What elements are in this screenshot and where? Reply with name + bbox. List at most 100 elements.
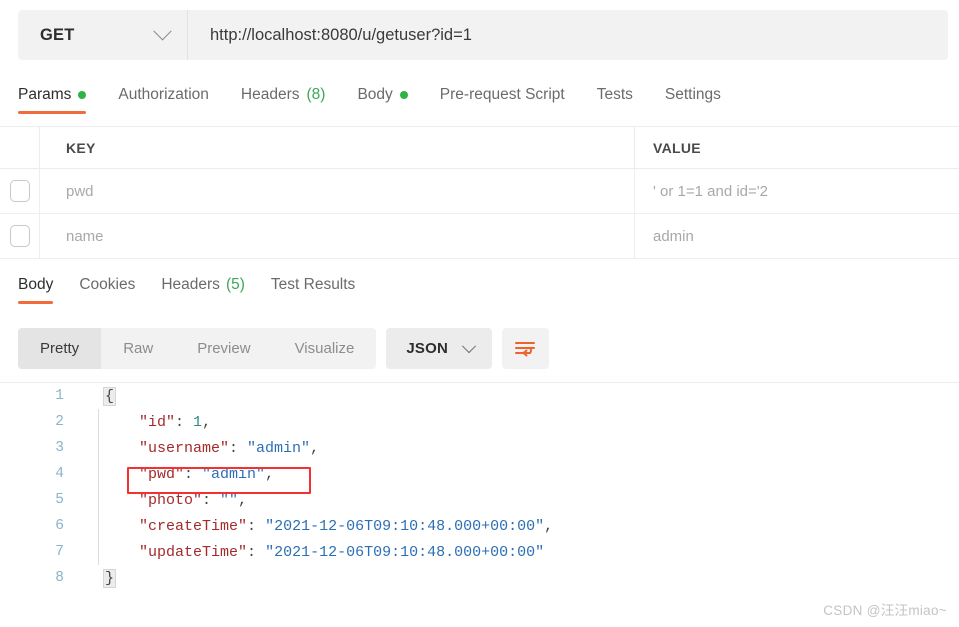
code-token-p [103,414,139,431]
line-number: 4 [55,466,64,482]
table-row: name admin [0,214,959,259]
code-token-s: "2021-12-06T09:10:48.000+00:00" [265,517,545,535]
http-method-label: GET [40,25,75,44]
response-tab-label: Test Results [270,276,356,293]
code-line-content[interactable]: "updateTime": "2021-12-06T09:10:48.000+0… [99,544,959,561]
response-body-viewer[interactable]: 1{2 "id": 1, 3 "username": "admin", 4 "pwd… [0,382,959,627]
param-value-input[interactable]: admin [635,214,959,258]
request-tab-label: Tests [596,86,633,103]
code-token-k: "updateTime" [139,543,248,561]
watermark: CSDN @汪汪miao~ [823,603,947,618]
param-checkbox-cell [0,169,40,213]
request-tab-params[interactable]: Params [18,84,102,116]
request-tab-label: Headers [240,86,300,103]
line-number: 1 [55,388,64,404]
param-value-input[interactable]: ' or 1=1 and id='2 [635,169,959,213]
code-token-k: "id" [139,413,176,431]
request-tab-body[interactable]: Body [357,84,423,116]
request-tab-settings[interactable]: Settings [665,84,737,116]
request-tab-label: Params [18,86,72,103]
code-line-content[interactable]: } [99,568,959,588]
code-token-p: , [238,491,248,509]
format-segmented-control: Pretty Raw Preview Visualize [18,328,377,369]
param-key-input[interactable]: name [40,214,635,258]
postman-request-response-pane: GET http://localhost:8080/u/getuser?id=1… [0,0,959,627]
code-token-p [103,544,139,561]
table-row: pwd ' or 1=1 and id='2 [0,169,959,214]
code-line-content[interactable]: "username": "admin", [99,440,959,457]
code-line: 2 "id": 1, [0,409,959,435]
response-tab-label: Cookies [79,276,136,293]
request-tab-authorization[interactable]: Authorization [118,84,224,116]
code-line-content[interactable]: "photo": "", [99,492,959,509]
code-token-s: "2021-12-06T09:10:48.000+00:00" [265,543,545,561]
code-line-content[interactable]: "pwd": "admin", [99,466,959,483]
response-tabs: Body Cookies Headers (5) Test Results [18,276,381,312]
code-token-n: 1 [193,413,203,431]
code-line: 7 "updateTime": "2021-12-06T09:10:48.000… [0,539,959,565]
format-option-pretty[interactable]: Pretty [18,328,102,369]
request-tabs: Params Authorization Headers (8) Body Pre-req… [18,84,948,122]
params-table: KEY VALUE pwd ' or 1=1 and id='2 name admin [0,126,959,259]
line-number: 6 [55,518,64,534]
response-tab-label: Headers [161,276,220,293]
response-language-label: JSON [406,340,448,357]
wrap-text-icon [515,341,536,356]
code-token-p: , [310,439,320,457]
code-token-p: : [247,543,266,561]
code-token-p: : [229,439,248,457]
code-token-p: , [202,413,212,431]
request-tab-label: Body [357,86,393,103]
request-tab-count: (8) [306,86,326,103]
code-line: 5 "photo": "", [0,487,959,513]
code-token-p: : [247,517,266,535]
param-enabled-checkbox[interactable] [9,225,30,247]
request-tab-pre-request-script[interactable]: Pre-request Script [440,84,581,116]
line-number: 8 [55,570,64,586]
column-header-value: VALUE [653,139,701,156]
response-tab-headers[interactable]: Headers (5) [161,276,245,306]
response-tab-body[interactable]: Body [18,276,54,306]
code-line-content[interactable]: "id": 1, [99,414,959,431]
code-token-p: , [265,465,275,483]
param-enabled-checkbox[interactable] [9,180,30,202]
wrap-text-button[interactable] [501,328,549,369]
code-line: 8} [0,565,959,591]
http-method-select[interactable]: GET [18,10,188,60]
url-bar: GET http://localhost:8080/u/getuser?id=1 [18,10,948,60]
request-tab-label: Pre-request Script [439,86,565,103]
request-tab-headers[interactable]: Headers (8) [241,84,342,116]
code-line-content[interactable]: { [99,386,959,406]
response-language-select[interactable]: JSON [386,328,492,369]
format-option-raw[interactable]: Raw [101,328,175,369]
request-tab-label: Authorization [118,86,209,103]
response-tab-test-results[interactable]: Test Results [271,276,355,306]
param-checkbox-cell [0,214,40,258]
format-option-visualize[interactable]: Visualize [273,328,377,369]
code-token-brace: { [103,386,117,406]
code-line-content[interactable]: "createTime": "2021-12-06T09:10:48.000+0… [99,518,959,535]
line-number: 7 [55,544,64,560]
code-token-p [103,466,139,483]
param-key-input[interactable]: pwd [40,169,635,213]
code-token-p: : [202,491,221,509]
response-tab-cookies[interactable]: Cookies [79,276,135,306]
request-tab-tests[interactable]: Tests [597,84,649,116]
format-option-preview[interactable]: Preview [175,328,272,369]
code-token-p [103,492,139,509]
code-token-brace: } [103,568,117,588]
chevron-down-icon [461,338,477,353]
code-token-s: "" [220,491,239,509]
response-tab-label: Body [18,276,54,293]
column-header-key: KEY [40,127,635,168]
line-number: 2 [55,414,64,430]
code-token-s: "admin" [202,465,266,483]
code-line: 1{ [0,383,959,409]
code-token-p: , [544,517,554,535]
code-token-p: : [184,465,203,483]
request-url-input[interactable]: http://localhost:8080/u/getuser?id=1 [188,10,948,60]
line-number: 3 [55,440,64,456]
response-format-toolbar: Pretty Raw Preview Visualize JSON [18,328,549,369]
code-token-k: "createTime" [139,517,248,535]
code-token-p [103,518,139,535]
